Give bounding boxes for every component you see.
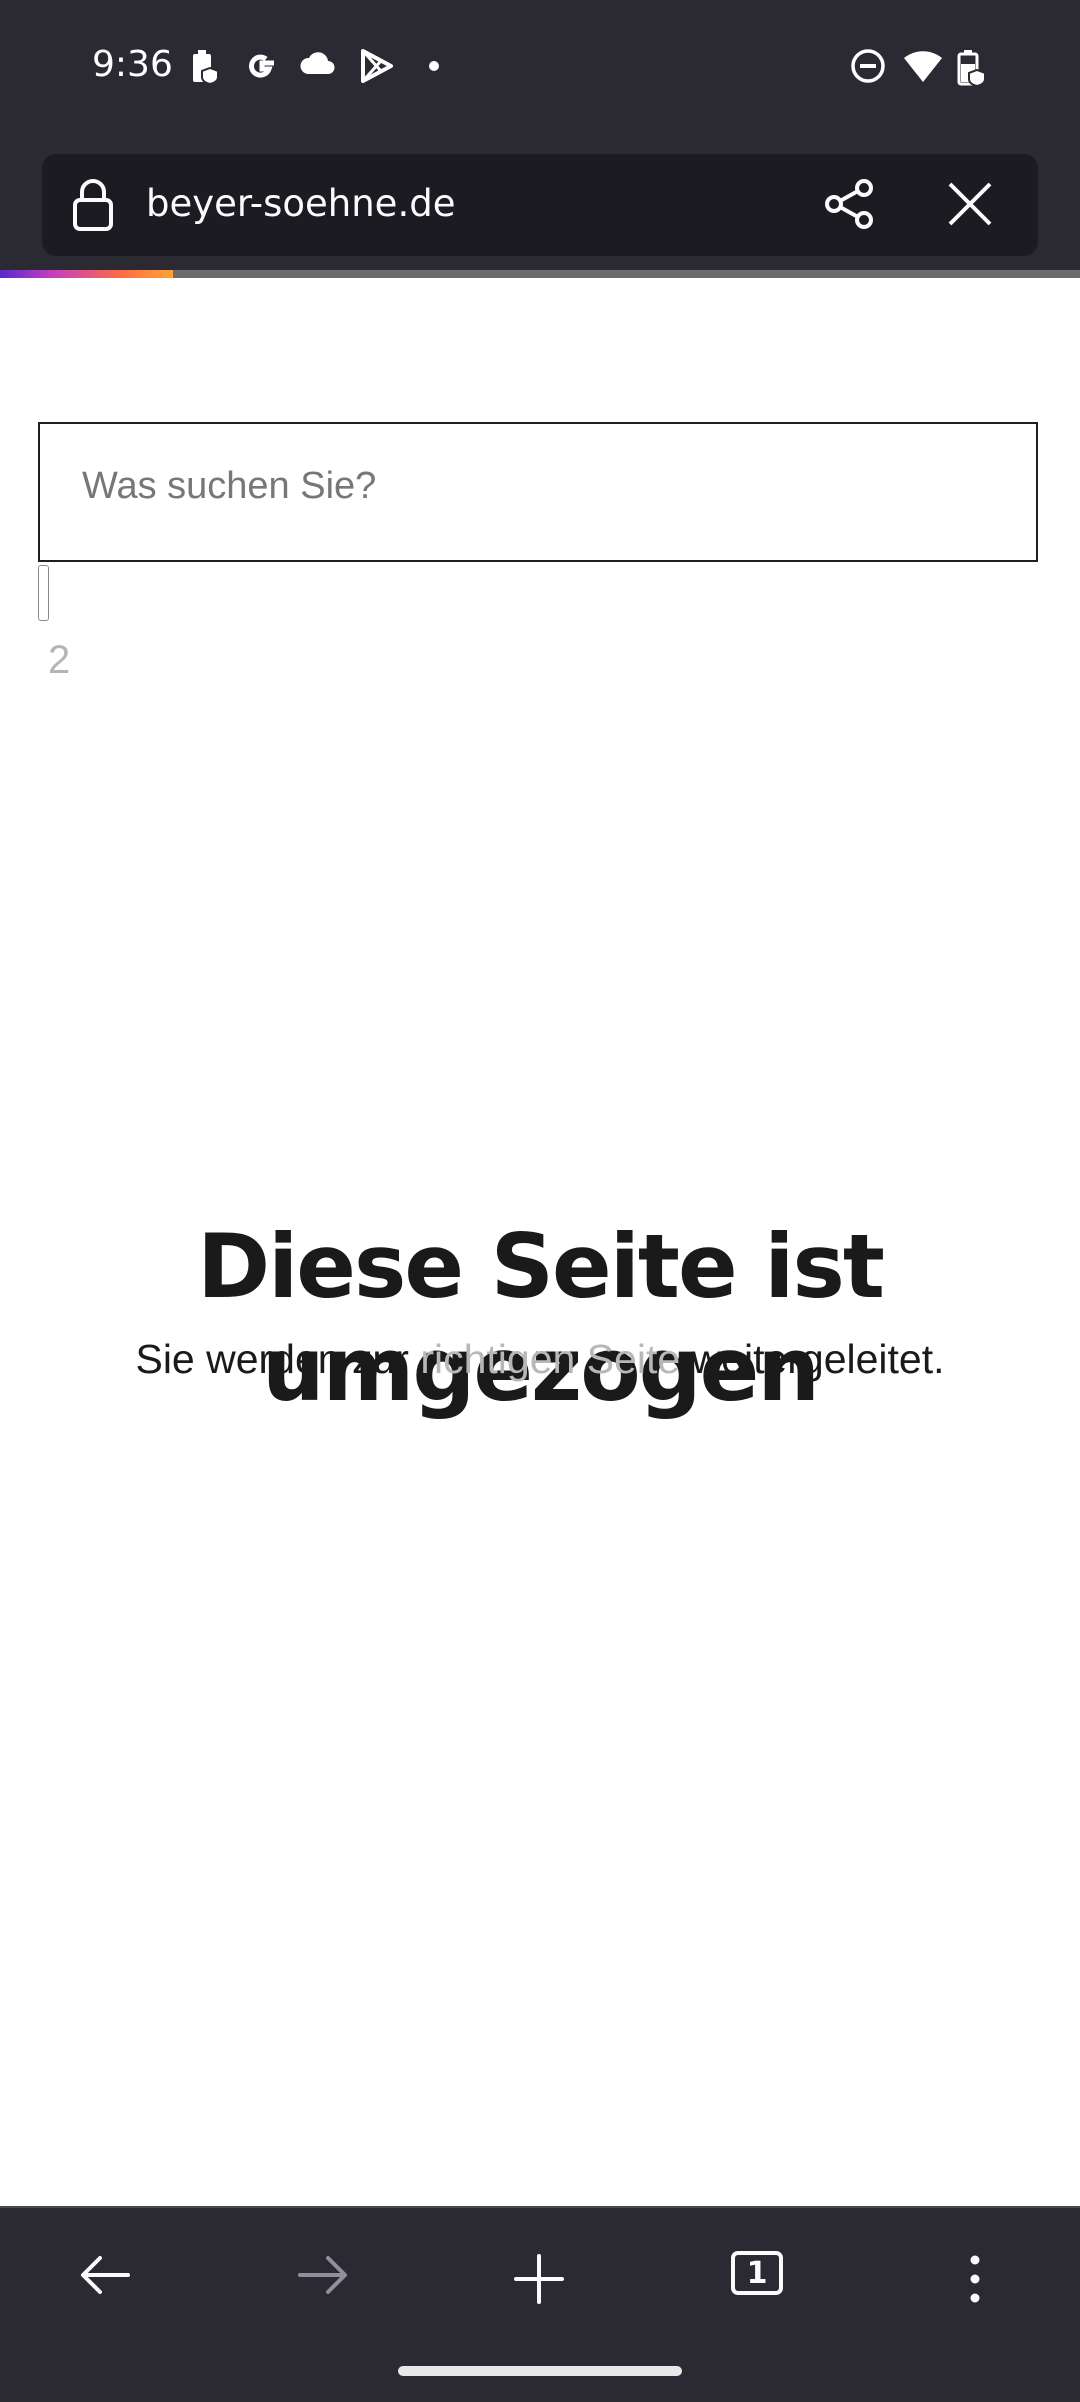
url-bar[interactable]: beyer-soehne.de [42,154,1038,256]
page-headline: Diese Seite ist umgezogen [197,1215,885,1421]
play-store-icon [361,49,393,83]
battery-saver-icon [193,50,219,86]
home-indicator[interactable] [398,2366,682,2376]
battery-icon [957,50,986,88]
bottom-nav: 1 [0,2206,1080,2402]
lock-icon[interactable] [72,178,114,232]
forward-arrow-icon[interactable] [296,2252,350,2298]
status-time: 9:36 [92,44,173,85]
redirect-text-before: Sie werden zur [135,1336,421,1382]
tabs-counter-icon[interactable]: 1 [730,2250,784,2296]
url-text[interactable]: beyer-soehne.de [146,182,455,225]
search-input[interactable] [80,464,984,509]
share-icon[interactable] [822,176,878,232]
google-icon [249,54,274,78]
scroll-handle[interactable] [38,565,49,621]
back-arrow-icon[interactable] [78,2252,132,2298]
redirect-text-after: weitergeleitet. [680,1336,945,1382]
new-tab-plus-icon[interactable] [512,2252,566,2306]
browser-toolbar: beyer-soehne.de [0,138,1080,270]
do-not-disturb-icon [851,49,885,83]
close-icon[interactable] [944,178,996,230]
wifi-icon [904,51,942,82]
page-load-progress-fill [0,270,173,278]
page-number: 2 [48,638,71,682]
status-bar: 9:36 [0,0,1080,138]
redirect-link[interactable]: richtigen Seite [420,1336,680,1382]
overflow-menu-icon[interactable] [962,2252,988,2306]
redirect-message: Sie werden zur richtigen Seite weitergel… [0,1336,1080,1383]
cloud-icon [300,52,335,74]
search-box[interactable] [38,422,1038,562]
page-load-progress [0,270,1080,278]
tab-count: 1 [746,2256,768,2291]
dot-icon [429,61,439,71]
